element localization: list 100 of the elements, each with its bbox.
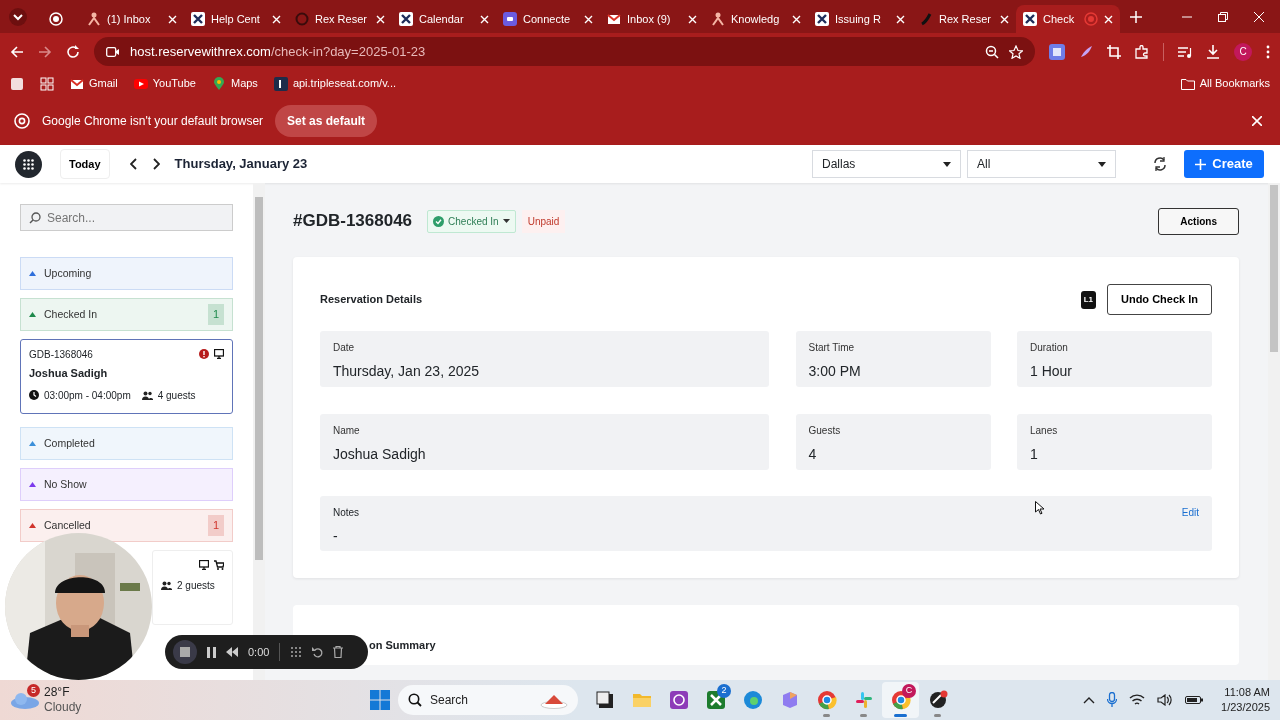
profile-avatar[interactable]: C bbox=[1234, 42, 1252, 61]
location-select[interactable]: Dallas bbox=[812, 150, 961, 178]
figure-icon bbox=[87, 12, 101, 26]
search-field[interactable]: Search bbox=[398, 685, 578, 715]
field-label: Name bbox=[333, 424, 361, 438]
tab[interactable]: Help Cent bbox=[184, 5, 288, 33]
bookmark[interactable]: YouTube bbox=[133, 75, 196, 92]
download-icon[interactable] bbox=[1206, 44, 1220, 59]
star-icon[interactable] bbox=[1009, 44, 1023, 59]
section-title: on Summary bbox=[369, 639, 436, 651]
plus-icon[interactable] bbox=[1130, 10, 1142, 23]
previous-icon[interactable] bbox=[129, 158, 138, 170]
search-icon bbox=[408, 693, 422, 707]
plus-icon bbox=[1195, 158, 1207, 170]
rewind-icon[interactable] bbox=[226, 647, 238, 657]
extension-tile-icon[interactable] bbox=[1049, 43, 1065, 60]
close-icon[interactable] bbox=[480, 14, 489, 24]
edit-link[interactable]: Edit bbox=[1181, 505, 1199, 542]
date-title: Thursday, January 23 bbox=[174, 155, 308, 174]
set-default-button[interactable]: Set as default bbox=[275, 105, 378, 137]
actions-button[interactable]: Actions bbox=[1158, 207, 1239, 235]
undo-check-in-button[interactable]: Undo Check In bbox=[1107, 284, 1212, 315]
more-icon[interactable] bbox=[1266, 44, 1270, 59]
reload-icon[interactable] bbox=[66, 44, 80, 59]
feather-icon[interactable] bbox=[1079, 44, 1093, 59]
status-dropdown[interactable]: Checked In bbox=[427, 209, 516, 233]
count-badge: 1 bbox=[207, 304, 224, 325]
close-icon[interactable] bbox=[584, 14, 593, 24]
play-icon bbox=[133, 76, 148, 91]
tab[interactable]: Rex Reser bbox=[288, 5, 392, 33]
field-label: Duration bbox=[1030, 341, 1069, 355]
group-header[interactable]: Checked In 1 bbox=[20, 298, 233, 331]
filter-select[interactable]: All bbox=[967, 150, 1116, 178]
close-icon[interactable] bbox=[376, 14, 385, 24]
undo-icon[interactable] bbox=[312, 646, 324, 658]
close-icon[interactable] bbox=[688, 14, 697, 24]
apps-button[interactable] bbox=[15, 150, 42, 178]
battery-icon[interactable] bbox=[1185, 695, 1204, 705]
forward-icon[interactable] bbox=[38, 44, 52, 59]
grid-icon[interactable] bbox=[290, 646, 303, 658]
microphone-icon[interactable] bbox=[1107, 692, 1118, 708]
tab[interactable]: Inbox (9) bbox=[600, 5, 704, 33]
pause-icon[interactable] bbox=[207, 646, 216, 658]
tab[interactable]: Issuing R bbox=[808, 5, 912, 33]
reservation-card[interactable]: GDB-1368046 Joshua Sadigh 03:00pm - 04:00pm 4 guests bbox=[20, 339, 233, 414]
trash-icon[interactable] bbox=[333, 646, 344, 658]
close-icon[interactable] bbox=[1252, 116, 1262, 126]
tab[interactable]: Connecte bbox=[496, 5, 600, 33]
dropdown-icon[interactable] bbox=[8, 6, 28, 27]
tab[interactable]: Check bbox=[1016, 5, 1120, 33]
wifi-icon[interactable] bbox=[1129, 694, 1146, 706]
bookmark[interactable]: api.tripleseat.com/v... bbox=[273, 75, 396, 92]
pointer-icon bbox=[1035, 501, 1045, 515]
caret-icon bbox=[1098, 161, 1106, 167]
stop-button[interactable] bbox=[173, 640, 197, 664]
apps-icon[interactable] bbox=[40, 76, 54, 91]
back-icon[interactable] bbox=[10, 44, 24, 59]
field-label: Guests bbox=[808, 424, 842, 438]
close-icon[interactable] bbox=[1000, 14, 1009, 24]
reservation-card[interactable]: 2 guests bbox=[152, 550, 233, 625]
scrollbar[interactable] bbox=[1268, 183, 1280, 680]
tab-groups-icon[interactable] bbox=[10, 76, 24, 91]
next-icon[interactable] bbox=[151, 158, 160, 170]
field-value: Joshua Sadigh bbox=[333, 445, 427, 464]
refresh-icon[interactable] bbox=[1153, 157, 1167, 171]
group-header[interactable]: No Show bbox=[20, 468, 233, 501]
tab[interactable]: Knowledg bbox=[704, 5, 808, 33]
puzzle-icon[interactable] bbox=[1135, 44, 1149, 59]
group-header[interactable]: Cancelled 1 bbox=[20, 509, 233, 542]
zoom-icon[interactable] bbox=[985, 44, 999, 59]
restore-icon[interactable] bbox=[1218, 11, 1228, 22]
address-bar[interactable]: host.reservewithrex.com/check-in?day=2025-01-23 bbox=[94, 37, 1035, 66]
tab[interactable]: Rex Reser bbox=[912, 5, 1016, 33]
chevron-up-icon[interactable] bbox=[1083, 696, 1096, 704]
camera-icon bbox=[106, 45, 120, 58]
x-mark-icon bbox=[1023, 12, 1037, 26]
group-header[interactable]: Completed bbox=[20, 427, 233, 460]
close-icon[interactable] bbox=[1104, 14, 1113, 24]
close-icon[interactable] bbox=[272, 14, 281, 24]
today-button[interactable]: Today bbox=[60, 148, 110, 180]
bookmark[interactable]: All Bookmarks bbox=[1180, 75, 1270, 92]
search-field[interactable]: Search... bbox=[20, 204, 233, 231]
close-icon[interactable] bbox=[168, 14, 177, 24]
volume-icon[interactable] bbox=[1157, 694, 1174, 706]
close-icon[interactable] bbox=[792, 14, 801, 24]
media-icon[interactable] bbox=[1178, 44, 1192, 59]
crop-icon[interactable] bbox=[1107, 44, 1121, 59]
bookmark[interactable]: Gmail bbox=[70, 75, 118, 92]
record-icon[interactable] bbox=[49, 12, 63, 26]
bookmark[interactable]: Maps bbox=[211, 75, 258, 92]
field-label: Start Time bbox=[808, 341, 856, 355]
close-icon[interactable] bbox=[896, 14, 905, 24]
close-icon[interactable] bbox=[1254, 11, 1264, 22]
tab[interactable]: Calendar bbox=[392, 5, 496, 33]
field-value: - bbox=[333, 527, 339, 546]
tab[interactable]: (1) Inbox bbox=[80, 5, 184, 33]
group-header[interactable]: Upcoming bbox=[20, 257, 233, 290]
create-button[interactable]: Create bbox=[1184, 150, 1264, 178]
taskbar-app[interactable]: 2 bbox=[697, 682, 734, 718]
taskbar-app[interactable]: C bbox=[882, 682, 919, 718]
